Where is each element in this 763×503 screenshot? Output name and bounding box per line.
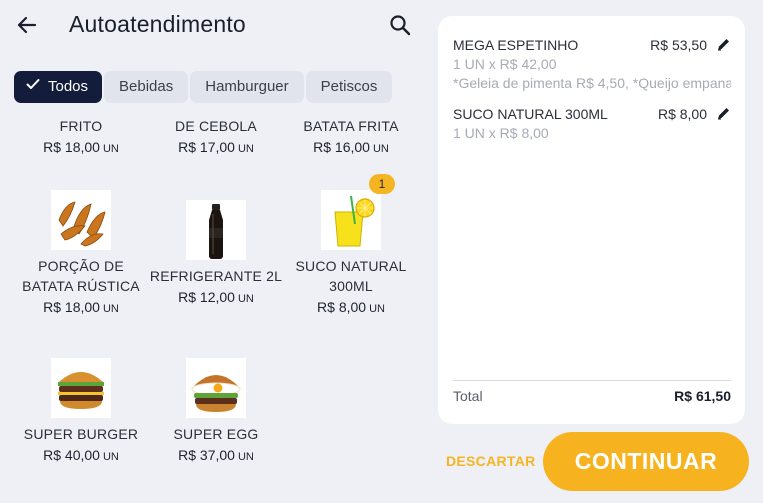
quantity-badge: 1 [369, 174, 395, 194]
product-name: DE CEBOLA [175, 118, 257, 134]
product-card[interactable]: 1 SUCO NATURAL 300ML R$ 8,00 UN [284, 174, 418, 319]
product-price: R$ 12,00 UN [178, 289, 254, 305]
product-price: R$ 8,00 UN [317, 299, 385, 315]
cart-item-price: R$ 8,00 [657, 106, 707, 122]
product-card[interactable]: DE CEBOLA R$ 17,00 UN [149, 116, 283, 159]
tab-label: Bebidas [119, 78, 174, 95]
tab-todos[interactable]: Todos [14, 71, 103, 103]
tab-hamburguer[interactable]: Hamburguer [190, 71, 304, 103]
product-card[interactable]: FRITO R$ 18,00 UN [14, 116, 148, 159]
back-arrow-icon[interactable] [14, 12, 40, 38]
cart-item-name: SUCO NATURAL 300ML [453, 106, 608, 122]
category-tabs: Todos Bebidas Hamburguer Petiscos [14, 71, 418, 103]
potato-wedges-image [51, 190, 111, 250]
cart-item[interactable]: SUCO NATURAL 300ML R$ 8,00 1 UN x R$ 8,0… [453, 104, 731, 143]
product-name: PORÇÃO DE BATATA RÚSTICA [22, 258, 140, 294]
cart-item-qty: 1 UN x R$ 8,00 [453, 125, 549, 141]
product-card[interactable]: SUPER EGG R$ 37,00 UN [149, 358, 283, 467]
continue-button[interactable]: CONTINUAR [543, 432, 749, 491]
page-title: Autoatendimento [69, 11, 246, 37]
divider [453, 380, 731, 381]
tab-label: Hamburguer [205, 78, 289, 95]
product-card[interactable]: SUPER BURGER R$ 40,00 UN [14, 358, 148, 467]
edit-pencil-icon[interactable] [715, 37, 731, 53]
cart-item[interactable]: MEGA ESPETINHO R$ 53,50 1 UN x R$ 42,00 … [453, 35, 731, 93]
burger-image [51, 358, 111, 418]
product-name: SUPER BURGER [23, 426, 139, 442]
product-name: BATATA FRITA [303, 118, 399, 134]
edit-pencil-icon[interactable] [715, 106, 731, 122]
cart-item-name: MEGA ESPETINHO [453, 37, 579, 53]
tab-petiscos[interactable]: Petiscos [305, 71, 393, 103]
tab-label: Todos [48, 78, 89, 95]
product-price: R$ 16,00 UN [313, 139, 389, 155]
cart-item-price: R$ 53,50 [650, 37, 707, 53]
product-name: SUPER EGG [173, 426, 259, 442]
product-card[interactable]: PORÇÃO DE BATATA RÚSTICA R$ 18,00 UN [14, 190, 148, 319]
product-price: R$ 17,00 UN [178, 139, 254, 155]
discard-button[interactable]: DESCARTAR [446, 453, 536, 469]
juice-glass-image: 1 [321, 174, 395, 250]
product-price: R$ 40,00 UN [43, 447, 119, 463]
soda-bottle-image [186, 200, 246, 260]
top-bar: Autoatendimento [0, 0, 430, 56]
product-name: SUCO NATURAL 300ML [295, 258, 407, 294]
product-name: FRITO [59, 118, 103, 134]
tab-bebidas[interactable]: Bebidas [104, 71, 189, 103]
product-price: R$ 18,00 UN [43, 299, 119, 315]
search-icon[interactable] [388, 13, 412, 37]
product-name: REFRIGERANTE 2L [149, 268, 283, 284]
egg-burger-image [186, 358, 246, 418]
total-row: Total R$ 61,50 [453, 388, 731, 404]
total-label: Total [453, 388, 483, 404]
product-price: R$ 37,00 UN [178, 447, 254, 463]
cart-item-extras: *Geleia de pimenta R$ 4,50, *Queijo empa… [453, 75, 731, 91]
total-value: R$ 61,50 [674, 388, 731, 404]
tab-label: Petiscos [320, 78, 378, 95]
product-grid: FRITO R$ 18,00 UN DE CEBOLA R$ 17,00 UN BA… [14, 112, 418, 503]
check-icon [26, 71, 40, 102]
product-price: R$ 18,00 UN [43, 139, 119, 155]
order-summary-panel: MEGA ESPETINHO R$ 53,50 1 UN x R$ 42,00 … [438, 16, 745, 424]
product-card[interactable]: REFRIGERANTE 2L R$ 12,00 UN [149, 200, 283, 309]
cart-item-qty: 1 UN x R$ 42,00 [453, 56, 557, 72]
product-card[interactable]: BATATA FRITA R$ 16,00 UN [284, 116, 418, 159]
